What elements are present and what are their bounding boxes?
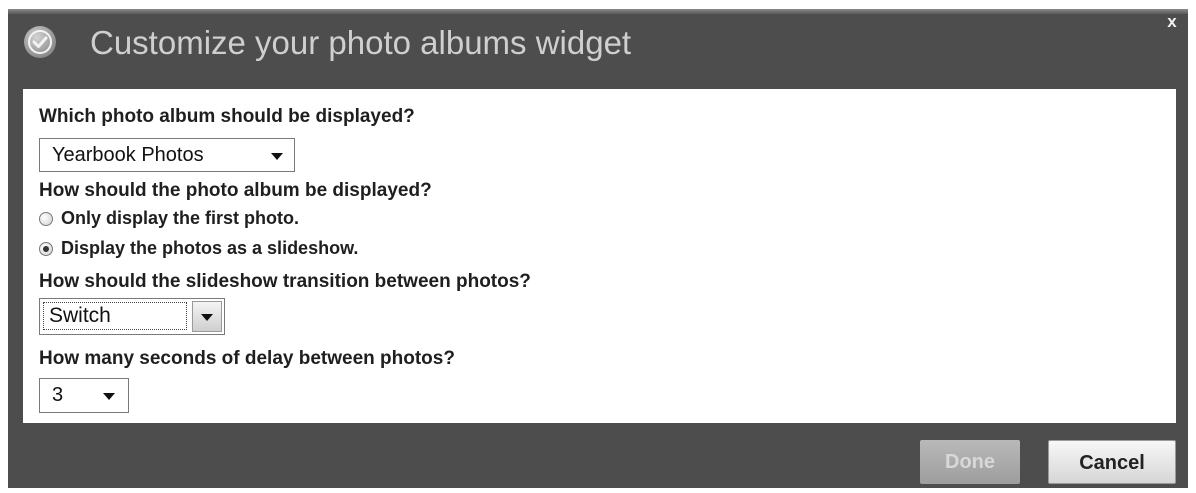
settings-panel: Which photo album should be displayed? Y… — [23, 89, 1176, 423]
dialog-top-border — [8, 9, 1188, 14]
chevron-down-icon — [271, 153, 283, 160]
cancel-button[interactable]: Cancel — [1048, 440, 1176, 484]
chevron-down-icon — [201, 314, 213, 321]
display-question: How should the photo album be displayed? — [39, 180, 432, 201]
radio-slideshow-label: Display the photos as a slideshow. — [61, 238, 359, 258]
delay-question: How many seconds of delay between photos… — [39, 348, 455, 369]
delay-select-value: 3 — [52, 384, 64, 406]
dialog-title: Customize your photo albums widget — [90, 24, 632, 61]
widget-dialog: x Customize your photo albums widget Whi… — [8, 9, 1188, 488]
transition-dropdown-button[interactable] — [192, 301, 222, 332]
radio-first-photo[interactable] — [39, 212, 53, 226]
transition-select-focus: Switch — [43, 302, 187, 330]
radio-slideshow[interactable] — [39, 242, 53, 256]
transition-select[interactable]: Switch — [39, 298, 225, 335]
done-button[interactable]: Done — [920, 440, 1020, 484]
delay-select[interactable]: 3 — [39, 378, 129, 413]
album-select[interactable]: Yearbook Photos — [39, 138, 295, 172]
chevron-down-icon — [103, 393, 115, 400]
album-select-value: Yearbook Photos — [52, 144, 204, 166]
checkmark-circle-icon — [24, 26, 56, 58]
transition-select-value: Switch — [49, 304, 111, 327]
close-button[interactable]: x — [1162, 12, 1182, 34]
album-question: Which photo album should be displayed? — [39, 106, 415, 127]
radio-first-photo-label: Only display the first photo. — [61, 208, 300, 228]
transition-question: How should the slideshow transition betw… — [39, 271, 531, 292]
